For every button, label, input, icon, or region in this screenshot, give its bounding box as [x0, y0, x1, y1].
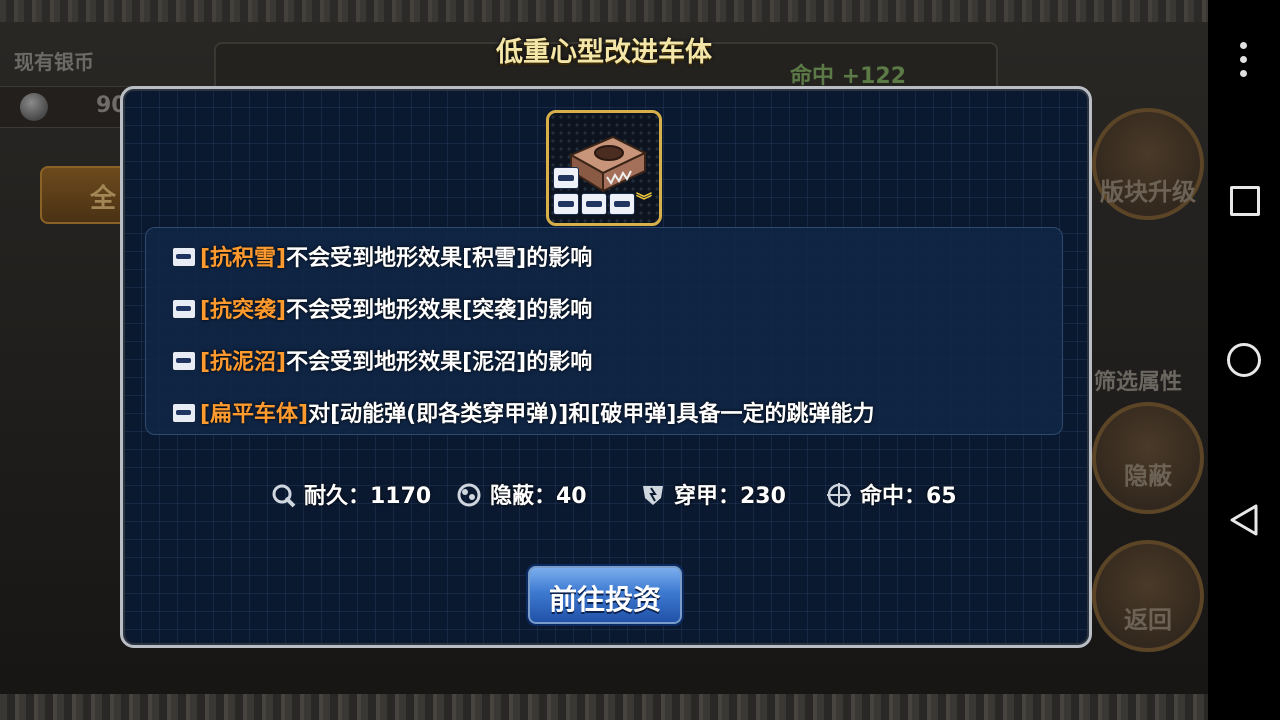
stealth-filter-button[interactable]: 隐蔽	[1092, 402, 1204, 514]
tank-icon	[172, 299, 196, 319]
module-upgrade-button[interactable]: 版块升级	[1092, 108, 1204, 220]
effect-text: 不会受到地形效果[积雪]的影响	[286, 246, 593, 271]
effect-tag: [抗积雪]	[200, 246, 287, 271]
stealth-stat: 隐蔽：40	[456, 478, 587, 510]
rank-chevron-icon: ︾	[636, 191, 653, 210]
penetration-stat: 穿甲：230	[640, 478, 786, 510]
silver-label: 现有银币	[14, 50, 94, 74]
tank-gun-tag-icon	[609, 193, 635, 215]
effect-row: [抗积雪]不会受到地形效果[积雪]的影响	[172, 240, 593, 271]
filter-attribute-label: 筛选属性	[1094, 370, 1183, 395]
crosshair-icon	[827, 483, 851, 507]
stealth-filter-label: 隐蔽	[1124, 462, 1172, 490]
top-texture-strip	[0, 0, 1208, 22]
effect-text: 不会受到地形效果[突袭]的影响	[286, 298, 593, 323]
back-button[interactable]: 返回	[1092, 540, 1204, 652]
camouflage-icon	[457, 483, 481, 507]
accuracy-stat: 命中：65	[826, 478, 957, 510]
track-icon	[172, 247, 196, 267]
back-triangle-icon[interactable]	[1228, 503, 1260, 537]
silver-coin-icon	[20, 93, 48, 121]
go-invest-label: 前往投资	[548, 583, 661, 616]
stealth-value: 隐蔽：40	[490, 484, 587, 509]
go-invest-button[interactable]: 前往投资	[526, 564, 684, 626]
wrench-gear-icon	[272, 484, 296, 508]
effect-tag: [扁平车体]	[200, 402, 309, 427]
tank-icon	[172, 403, 196, 423]
effect-tag: [抗突袭]	[200, 298, 287, 323]
module-upgrade-label: 版块升级	[1100, 178, 1196, 206]
dialog-title: 低重心型改进车体	[496, 37, 712, 68]
effect-row: [扁平车体]对[动能弹(即各类穿甲弹)]和[破甲弹]具备一定的跳弹能力	[172, 396, 875, 427]
effect-row: [抗突袭]不会受到地形效果[突袭]的影响	[172, 292, 593, 323]
home-icon[interactable]	[1227, 343, 1261, 377]
accuracy-value: 命中：65	[860, 484, 957, 509]
back-label: 返回	[1124, 606, 1172, 634]
effect-text: 对[动能弹(即各类穿甲弹)]和[破甲弹]具备一定的跳弹能力	[308, 402, 875, 427]
durability-value: 耐久：1170	[304, 484, 432, 509]
effect-tag: [抗泥沼]	[200, 350, 287, 375]
all-filter-label: 全	[90, 184, 117, 214]
recent-apps-icon[interactable]	[1230, 186, 1260, 216]
effect-text: 不会受到地形效果[泥沼]的影响	[286, 350, 593, 375]
tank-tag-icon	[553, 167, 579, 189]
shield-icon	[643, 486, 663, 505]
durability-stat: 耐久：1170	[270, 478, 431, 510]
bottom-texture-strip	[0, 694, 1208, 720]
tank-tag-icon	[581, 193, 607, 215]
overflow-menu-icon[interactable]	[1240, 42, 1248, 82]
effect-row: [抗泥沼]不会受到地形效果[泥沼]的影响	[172, 344, 593, 375]
effects-panel: [抗积雪]不会受到地形效果[积雪]的影响 [抗突袭]不会受到地形效果[突袭]的影…	[145, 227, 1063, 435]
tank-gun-icon	[172, 351, 196, 371]
penetration-value: 穿甲：230	[674, 484, 786, 509]
track-tag-icon	[553, 193, 579, 215]
